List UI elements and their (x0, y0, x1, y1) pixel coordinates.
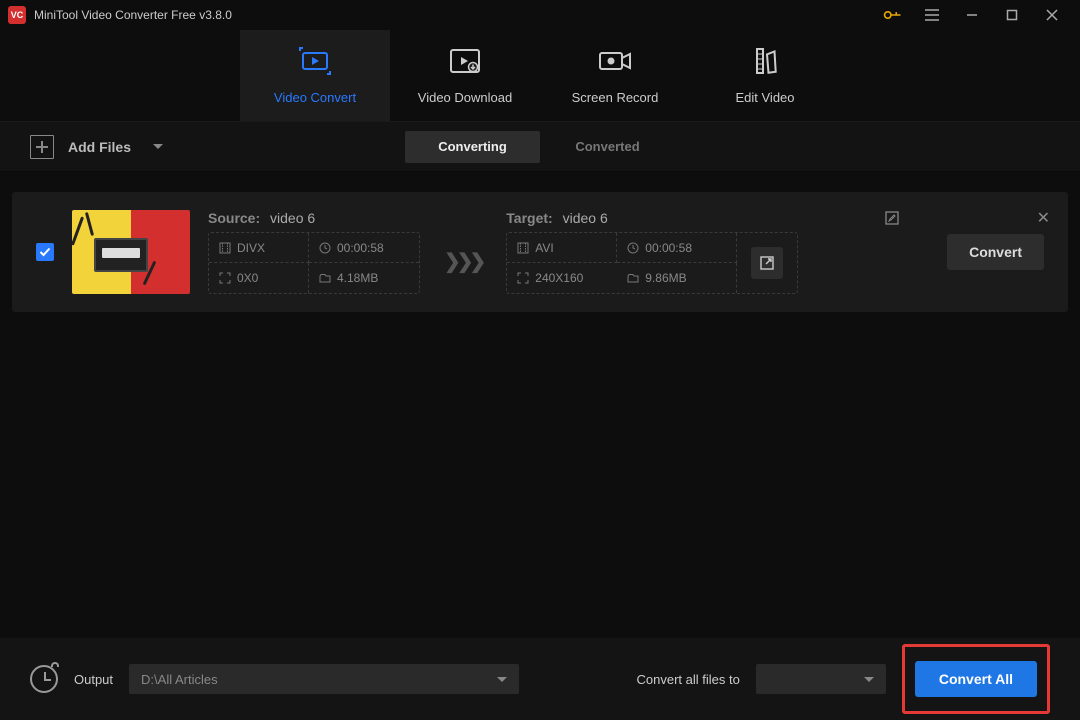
file-checkbox[interactable] (36, 243, 54, 261)
tab-edit-video[interactable]: Edit Video (690, 30, 840, 121)
source-label: Source: video 6 (208, 210, 420, 226)
chevron-down-icon (864, 677, 874, 682)
key-icon[interactable] (872, 0, 912, 30)
source-size: 4.18MB (309, 263, 419, 293)
edit-icon (751, 46, 779, 76)
tab-label: Edit Video (735, 90, 794, 105)
tab-video-download[interactable]: Video Download (390, 30, 540, 121)
footer: Output D:\All Articles Convert all files… (0, 638, 1080, 720)
schedule-icon[interactable] (30, 665, 58, 693)
dimensions-icon (219, 272, 231, 284)
clock-icon (627, 242, 639, 254)
target-dimensions: 240X160 (507, 263, 617, 293)
file-list: Source: video 6 DIVX 00:00:58 0X0 (0, 172, 1080, 638)
maximize-button[interactable] (992, 0, 1032, 30)
file-thumbnail (72, 210, 190, 294)
tab-label: Video Download (418, 90, 512, 105)
convert-button[interactable]: Convert (947, 234, 1044, 270)
convert-all-to-label: Convert all files to (637, 672, 740, 687)
output-label: Output (74, 672, 113, 687)
add-file-icon (30, 135, 54, 159)
target-duration: 00:00:58 (617, 233, 737, 263)
target-label: Target: video 6 (506, 210, 607, 226)
main-tabs: Video Convert Video Download Screen Reco… (0, 30, 1080, 122)
convert-all-button[interactable]: Convert All (915, 661, 1037, 697)
chevron-down-icon (497, 677, 507, 682)
convert-icon (298, 46, 332, 76)
add-files-label: Add Files (68, 139, 131, 155)
convert-all-format-select[interactable] (756, 664, 886, 694)
clock-icon (319, 242, 331, 254)
source-dimensions: 0X0 (209, 263, 309, 293)
tab-label: Video Convert (274, 90, 356, 105)
tab-converted[interactable]: Converted (540, 131, 675, 163)
target-filename: video 6 (563, 210, 608, 226)
tab-screen-record[interactable]: Screen Record (540, 30, 690, 121)
format-icon (517, 242, 529, 254)
sub-tabs: Converting Converted (405, 131, 675, 163)
dimensions-icon (517, 272, 529, 284)
minimize-button[interactable] (952, 0, 992, 30)
tab-video-convert[interactable]: Video Convert (240, 30, 390, 121)
app-logo-icon: VC (8, 6, 26, 24)
add-files-button[interactable]: Add Files (30, 135, 163, 159)
target-settings-button[interactable] (751, 247, 783, 279)
source-filename: video 6 (270, 210, 315, 226)
menu-icon[interactable] (912, 0, 952, 30)
toolbar: Add Files Converting Converted (0, 122, 1080, 172)
size-icon (319, 272, 331, 284)
target-settings (737, 233, 797, 293)
convert-all-highlight: Convert All (902, 644, 1050, 714)
source-info: Source: video 6 DIVX 00:00:58 0X0 (208, 210, 420, 294)
size-icon (627, 272, 639, 284)
output-path-select[interactable]: D:\All Articles (129, 664, 519, 694)
chevron-down-icon (153, 144, 163, 149)
output-path-value: D:\All Articles (141, 672, 218, 687)
remove-file-icon[interactable]: ✕ (1037, 208, 1050, 228)
target-format: AVI (507, 233, 617, 263)
format-icon (219, 242, 231, 254)
close-button[interactable] (1032, 0, 1072, 30)
tab-label: Screen Record (572, 90, 659, 105)
target-size: 9.86MB (617, 263, 737, 293)
settings-expand-icon (759, 255, 775, 271)
arrows-icon: ❯❯❯ (438, 249, 488, 274)
tab-converting[interactable]: Converting (405, 131, 540, 163)
source-duration: 00:00:58 (309, 233, 419, 263)
download-icon (449, 46, 481, 76)
edit-target-icon[interactable] (885, 211, 899, 225)
file-row: Source: video 6 DIVX 00:00:58 0X0 (12, 192, 1068, 312)
target-info: Target: video 6 AVI 00:00:58 (506, 210, 929, 294)
titlebar: VC MiniTool Video Converter Free v3.8.0 (0, 0, 1080, 30)
record-icon (598, 46, 632, 76)
source-format: DIVX (209, 233, 309, 263)
app-title: MiniTool Video Converter Free v3.8.0 (34, 8, 232, 22)
